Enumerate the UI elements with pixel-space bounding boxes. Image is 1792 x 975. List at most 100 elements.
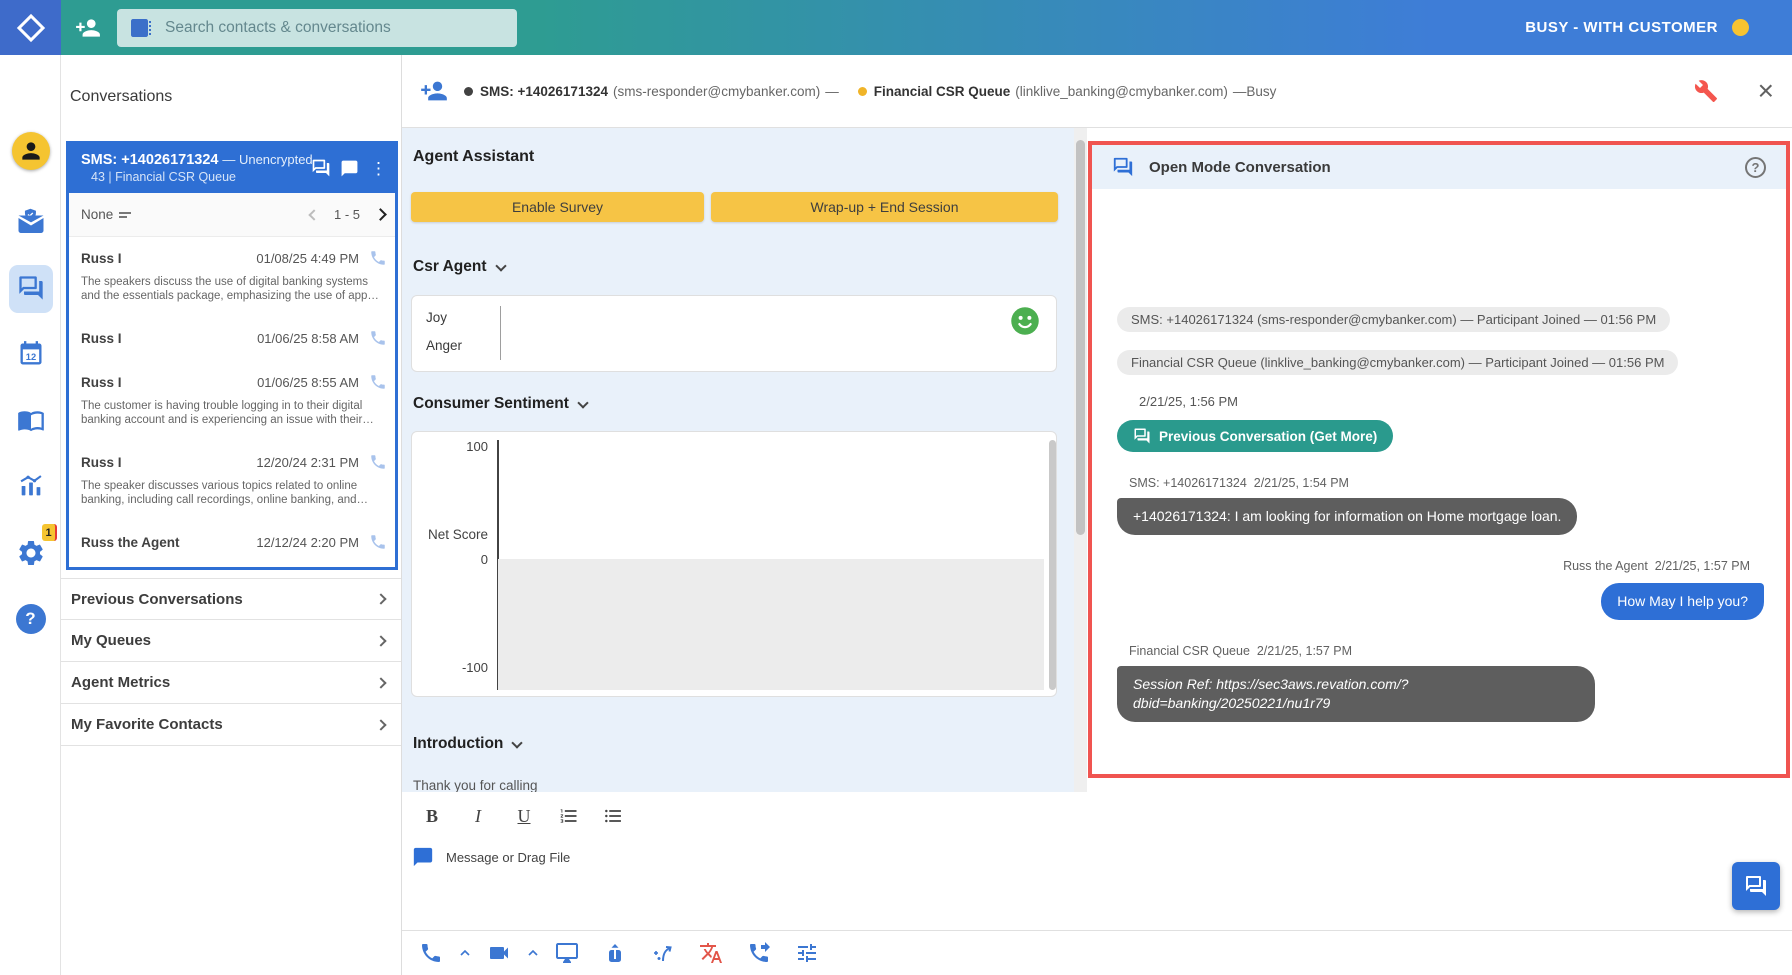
video-call-icon[interactable] xyxy=(482,941,516,965)
message-input[interactable]: Message or Drag File xyxy=(412,846,1792,868)
call-icon[interactable] xyxy=(414,941,448,965)
conversation-snippet: The customer is having trouble logging i… xyxy=(81,399,387,427)
open-mode-conversation-panel: Open Mode Conversation ? SMS: +140261713… xyxy=(1088,141,1790,778)
previous-conversation-button[interactable]: Previous Conversation (Get More) xyxy=(1117,420,1393,452)
panel-scrollbar-thumb[interactable] xyxy=(1076,140,1085,535)
app-logo[interactable] xyxy=(0,0,61,55)
accordion-section-label: Agent Metrics xyxy=(71,674,170,691)
csr-agent-section-header[interactable]: Csr Agent xyxy=(413,258,505,276)
accordion-section-previous-conversations[interactable]: Previous Conversations xyxy=(61,578,401,620)
open-contact-icon[interactable] xyxy=(75,15,101,41)
conversations-panel-title: Conversations xyxy=(70,88,172,106)
contact-name: Russ the Agent xyxy=(81,535,180,550)
conversation-date: 12/20/24 2:31 PM xyxy=(256,455,359,470)
consumer-sentiment-section-header[interactable]: Consumer Sentiment xyxy=(413,395,587,413)
open-mode-title: Open Mode Conversation xyxy=(1149,159,1331,176)
call-toolbar xyxy=(402,930,1792,975)
underline-icon[interactable]: U xyxy=(513,806,535,827)
sidebar-item-help[interactable]: ? xyxy=(0,604,61,634)
phone-icon[interactable] xyxy=(369,329,387,347)
wrapup-end-session-button[interactable]: Wrap-up + End Session xyxy=(711,192,1058,222)
numbered-list-icon[interactable] xyxy=(559,806,579,826)
sidebar-item-metrics[interactable] xyxy=(0,472,61,500)
chart-scrollbar[interactable] xyxy=(1049,440,1056,690)
phone-icon[interactable] xyxy=(369,453,387,471)
session-sms-name: SMS: +14026171324 xyxy=(480,84,608,99)
filter-value[interactable]: None xyxy=(81,207,113,222)
conversation-date: 12/12/24 2:20 PM xyxy=(256,535,359,550)
sidebar-item-calendar[interactable]: 12 xyxy=(0,340,61,368)
conversation-list-item[interactable]: Russ I12/20/24 2:31 PMThe speaker discus… xyxy=(69,441,395,521)
screen-share-icon[interactable] xyxy=(550,941,584,965)
accordion-section-agent-metrics[interactable]: Agent Metrics xyxy=(61,662,401,704)
more-options-icon[interactable]: ⋮ xyxy=(368,160,389,177)
bold-icon[interactable]: B xyxy=(421,806,443,827)
bullet-list-icon[interactable] xyxy=(603,806,623,826)
ytick-100: 100 xyxy=(418,439,488,454)
search-box[interactable] xyxy=(117,9,517,47)
csr-agent-card: Joy Anger xyxy=(411,295,1057,372)
help-question-icon[interactable]: ? xyxy=(1745,157,1766,178)
sidebar-item-inbox[interactable] xyxy=(0,208,61,238)
session-separator: — xyxy=(825,84,839,99)
message-history: SMS: +14026171324 (sms-responder@cmybank… xyxy=(1092,307,1786,722)
sidebar-item-settings[interactable]: 1 xyxy=(0,538,61,568)
introduction-section-header[interactable]: Introduction xyxy=(413,735,521,753)
enable-survey-button[interactable]: Enable Survey xyxy=(411,192,704,222)
filter-icon[interactable] xyxy=(119,210,131,220)
page-next-icon[interactable] xyxy=(374,208,387,221)
conversation-list-item[interactable]: Russ I01/06/25 8:55 AMThe customer is ha… xyxy=(69,361,395,441)
close-icon[interactable]: × xyxy=(1758,77,1774,105)
new-chat-button[interactable] xyxy=(1732,862,1780,910)
conversation-snippet: The speakers discuss the use of digital … xyxy=(81,275,387,303)
call-transfer-icon[interactable] xyxy=(742,941,776,965)
translate-icon[interactable] xyxy=(694,941,728,965)
introduction-snippet: Thank you for calling xyxy=(413,778,538,792)
calendar-12-icon: 12 xyxy=(17,340,45,368)
chat-multiple-icon[interactable] xyxy=(311,158,331,178)
message-composer[interactable]: B I U Message or Drag File xyxy=(402,792,1792,930)
panel-scrollbar-track[interactable] xyxy=(1074,128,1087,792)
agent-assistant-title: Agent Assistant xyxy=(413,148,534,166)
search-input[interactable] xyxy=(165,19,505,37)
message-bubble-icon xyxy=(412,846,434,868)
conversation-timestamp: 2/21/25, 1:56 PM xyxy=(1139,394,1238,409)
agent-status[interactable]: BUSY - WITH CUSTOMER xyxy=(1525,19,1792,36)
page-range: 1 - 5 xyxy=(334,207,360,222)
conversation-list-item[interactable]: Russ I01/08/25 4:49 PMThe speakers discu… xyxy=(69,237,395,317)
file-share-icon[interactable] xyxy=(598,941,632,965)
session-queue-name: Financial CSR Queue xyxy=(874,84,1011,99)
phone-icon[interactable] xyxy=(369,249,387,267)
status-dot-icon xyxy=(1732,19,1749,36)
italic-icon[interactable]: I xyxy=(467,806,489,827)
video-options-chevron-icon[interactable] xyxy=(516,945,550,961)
conversation-list-item[interactable]: Russ I01/06/25 8:58 AM xyxy=(69,317,395,361)
settings-sliders-icon[interactable] xyxy=(790,941,824,965)
accordion-section-label: My Queues xyxy=(71,632,151,649)
wrench-icon[interactable] xyxy=(1694,79,1718,103)
message-sender-label: Financial CSR Queue 2/21/25, 1:57 PM xyxy=(1129,644,1764,658)
conversation-filter-bar: None 1 - 5 xyxy=(69,193,395,237)
dialpad-icon xyxy=(129,16,153,40)
sidebar-item-profile[interactable] xyxy=(0,132,61,170)
person-add-icon[interactable] xyxy=(420,77,448,105)
sidebar-item-conversations[interactable] xyxy=(0,274,61,302)
sidebar-item-contacts[interactable] xyxy=(0,406,61,434)
conversation-list-item[interactable]: Russ the Agent 12/12/24 2:20 PM xyxy=(69,521,395,565)
chat-icon[interactable] xyxy=(340,159,359,178)
phone-icon[interactable] xyxy=(369,533,387,551)
page-prev-icon[interactable] xyxy=(308,209,319,220)
phone-icon[interactable] xyxy=(369,373,387,391)
accordion-section-my-queues[interactable]: My Queues xyxy=(61,620,401,662)
chevron-down-icon xyxy=(495,260,506,271)
sms-status-dot xyxy=(464,87,473,96)
chat-multiple-icon xyxy=(1112,156,1134,178)
accordion-section-my-favorite-contacts[interactable]: My Favorite Contacts xyxy=(61,704,401,746)
call-options-chevron-icon[interactable] xyxy=(448,945,482,961)
message-sender-label: Russ the Agent 2/21/25, 1:57 PM xyxy=(1117,559,1750,573)
gear-icon xyxy=(16,538,46,568)
smart-reply-icon[interactable] xyxy=(646,941,680,965)
agent-status-label: BUSY - WITH CUSTOMER xyxy=(1525,19,1718,36)
message-input-placeholder: Message or Drag File xyxy=(446,850,570,865)
conversation-card-header[interactable]: SMS: +14026171324 — Unencrypted 43 | Fin… xyxy=(69,144,395,193)
